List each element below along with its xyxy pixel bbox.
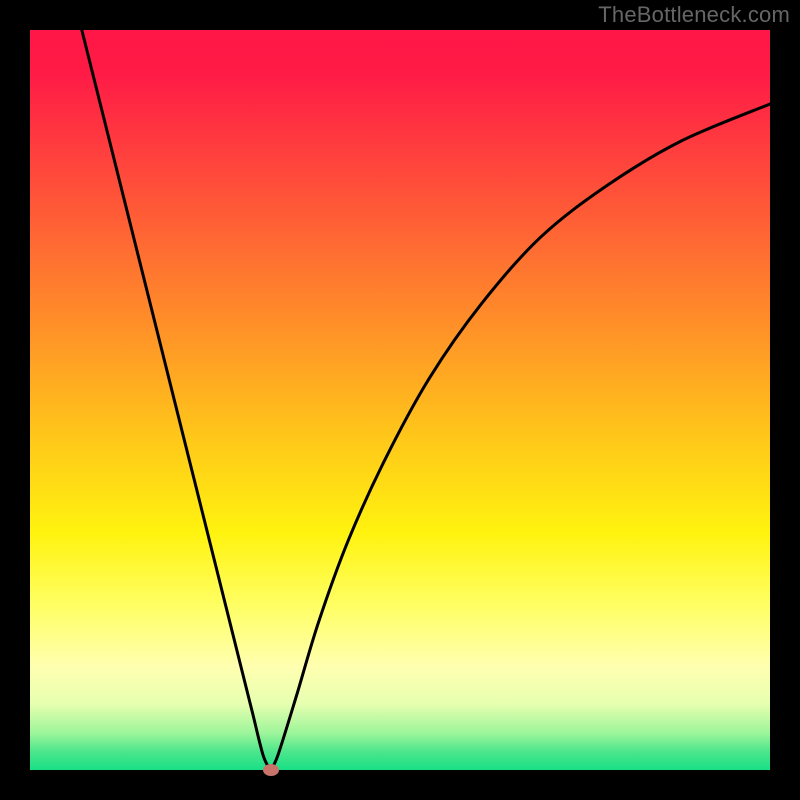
chart-frame: TheBottleneck.com [0,0,800,800]
watermark-text: TheBottleneck.com [598,2,790,28]
plot-area [30,30,770,770]
optimal-point-marker [263,764,279,776]
curve-layer [30,30,770,770]
bottleneck-curve [82,30,770,770]
